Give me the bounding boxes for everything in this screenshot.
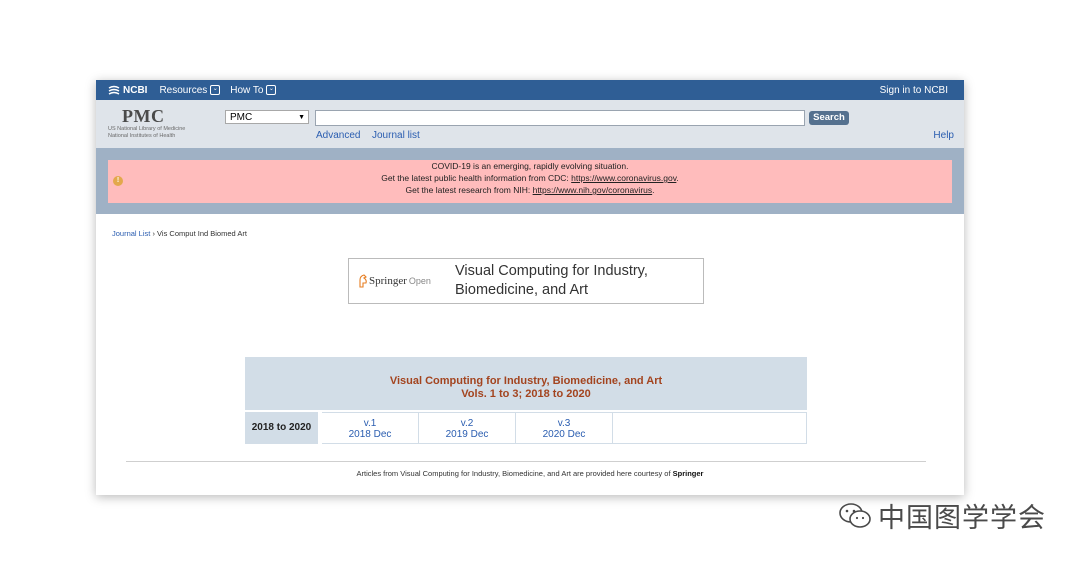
volume-date: 2018 Dec: [348, 429, 392, 440]
ncbi-swirl-icon: [108, 85, 120, 95]
volumes-range: Vols. 1 to 3; 2018 to 2020: [461, 388, 591, 400]
volume-number: v.2: [460, 418, 474, 429]
howto-menu[interactable]: How To ⌄: [230, 84, 277, 96]
volume-item[interactable]: v.2 2019 Dec: [419, 413, 516, 443]
breadcrumb-journal-list[interactable]: Journal List: [112, 229, 150, 238]
ncbi-top-bar: NCBI Resources ⌄ How To ⌄ Sign in to NCB…: [96, 80, 964, 100]
alert-line-3-text: Get the latest research from NIH:: [405, 185, 531, 195]
ncbi-logo-text: NCBI: [123, 84, 148, 96]
wechat-icon: [839, 502, 871, 528]
alert-line-3: Get the latest research from NIH: https:…: [108, 184, 952, 196]
nih-link[interactable]: https://www.nih.gov/coronavirus: [533, 185, 653, 195]
alert-line-3-end: .: [652, 185, 655, 195]
alert-line-2-end: .: [676, 173, 679, 183]
alert-line-2-text: Get the latest public health information…: [381, 173, 569, 183]
covid-alert: ! COVID-19 is an emerging, rapidly evolv…: [108, 160, 952, 203]
volume-item[interactable]: v.3 2020 Dec: [516, 413, 613, 443]
springer-word: Springer: [369, 275, 407, 287]
howto-label: How To: [230, 84, 264, 96]
breadcrumb-current: Vis Comput Ind Biomed Art: [157, 229, 247, 238]
volume-date: 2019 Dec: [445, 429, 489, 440]
alert-icon: !: [113, 176, 123, 186]
volumes-header: Visual Computing for Industry, Biomedici…: [245, 357, 807, 410]
alert-line-2: Get the latest public health information…: [108, 172, 952, 184]
volume-list: v.1 2018 Dec v.2 2019 Dec v.3 2020 Dec: [322, 412, 807, 444]
journal-list-link[interactable]: Journal list: [372, 130, 420, 141]
browser-page: NCBI Resources ⌄ How To ⌄ Sign in to NCB…: [96, 80, 964, 495]
volumes-title: Visual Computing for Industry, Biomedici…: [389, 375, 663, 387]
breadcrumb: Journal List › Vis Comput Ind Biomed Art: [112, 229, 247, 238]
volume-date: 2020 Dec: [542, 429, 586, 440]
advanced-search-link[interactable]: Advanced: [316, 130, 360, 141]
springer-horse-icon: [359, 274, 367, 288]
courtesy-text: Articles from Visual Computing for Indus…: [356, 469, 671, 478]
resources-label: Resources: [159, 84, 208, 96]
courtesy-footer: Articles from Visual Computing for Indus…: [96, 469, 964, 478]
alert-band: ! COVID-19 is an emerging, rapidly evolv…: [96, 148, 964, 214]
resources-menu[interactable]: Resources ⌄: [159, 84, 221, 96]
journal-banner[interactable]: Springer Open Visual Computing for Indus…: [348, 258, 704, 304]
pmc-logo[interactable]: PMC US National Library of Medicine Nati…: [108, 106, 208, 140]
search-input[interactable]: [315, 110, 805, 126]
ncbi-logo[interactable]: NCBI: [108, 85, 147, 96]
volumes-year-row: 2018 to 2020 v.1 2018 Dec v.2 2019 Dec v…: [245, 412, 807, 444]
courtesy-publisher: Springer: [672, 469, 704, 478]
search-button[interactable]: Search: [809, 111, 849, 125]
cdc-link[interactable]: https://www.coronavirus.gov: [571, 173, 676, 183]
volume-number: v.3: [557, 418, 571, 429]
nlm-line-2: National Institutes of Health: [108, 133, 176, 139]
volume-item[interactable]: v.1 2018 Dec: [322, 413, 419, 443]
watermark-text: 中国图学学会: [878, 503, 1046, 533]
springer-open-word: Open: [408, 276, 431, 286]
springer-open-logo: Springer Open: [357, 274, 443, 288]
wechat-watermark: 中国图学学会: [838, 496, 1046, 535]
sign-in-link[interactable]: Sign in to NCBI: [880, 85, 948, 96]
database-select-value: PMC: [230, 112, 253, 123]
volume-number: v.1: [363, 418, 377, 429]
chevron-down-icon: ⌄: [210, 85, 221, 95]
database-select[interactable]: PMC ▼: [225, 110, 309, 124]
alert-line-1: COVID-19 is an emerging, rapidly evolvin…: [431, 161, 629, 171]
chevron-down-icon: ⌄: [266, 85, 277, 95]
nlm-line-1: US National Library of Medicine: [108, 126, 186, 132]
journal-name-line-1: Visual Computing for Industry,: [455, 263, 648, 279]
breadcrumb-separator: ›: [152, 229, 155, 238]
pmc-logo-text: PMC: [122, 106, 165, 126]
footer-divider: [126, 461, 926, 462]
journal-name-line-2: Biomedicine, and Art: [455, 282, 588, 298]
year-range-cell: 2018 to 2020: [245, 412, 318, 444]
journal-name: Visual Computing for Industry, Biomedici…: [455, 262, 648, 300]
help-link[interactable]: Help: [933, 130, 954, 141]
dropdown-arrow-icon: ▼: [298, 114, 305, 121]
